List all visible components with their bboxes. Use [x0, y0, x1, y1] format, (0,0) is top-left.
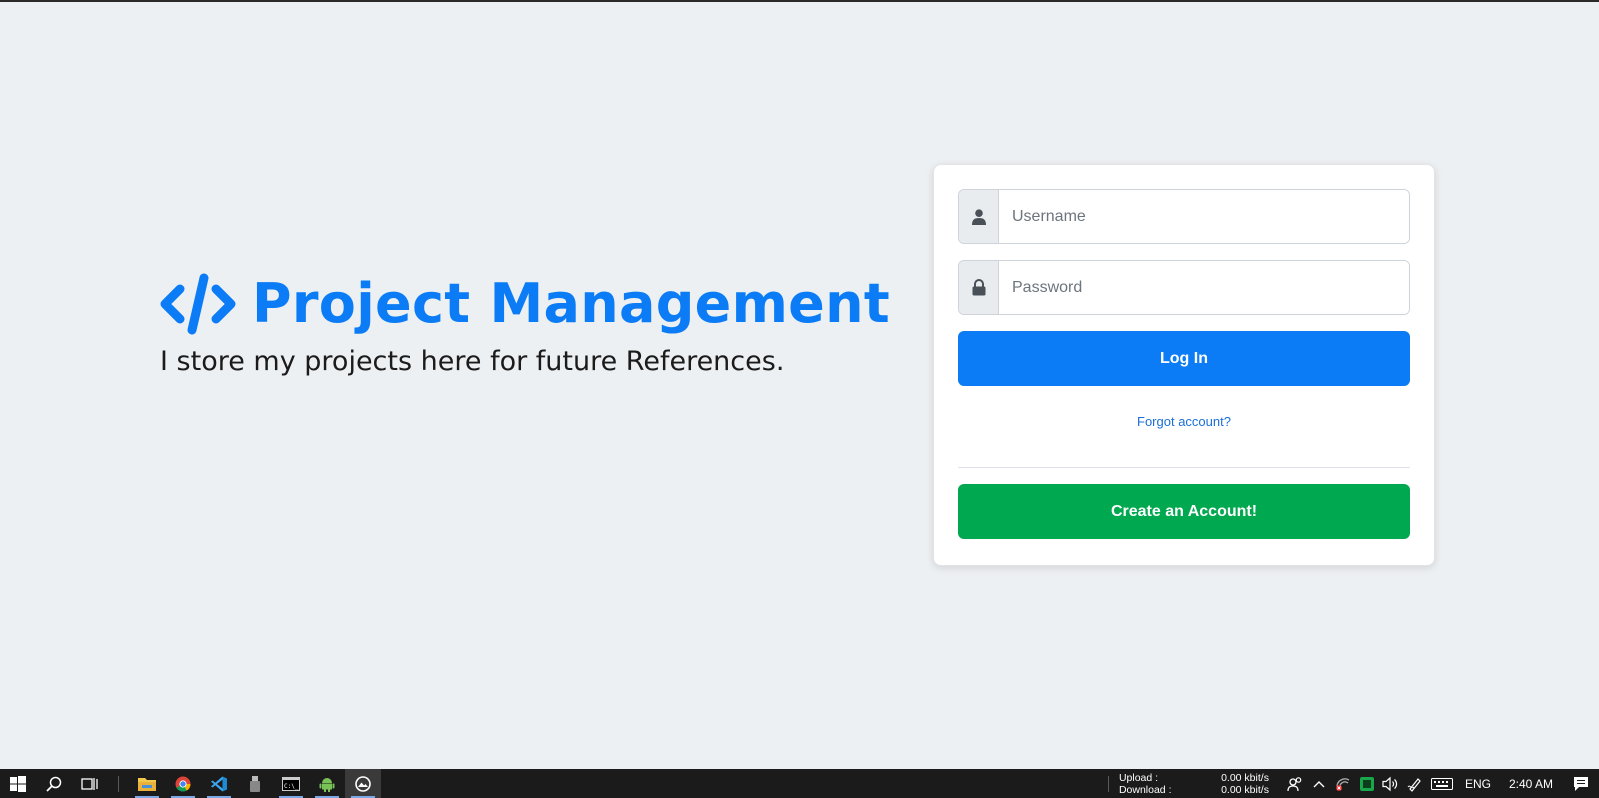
user-icon — [959, 190, 999, 243]
taskbar: C:\_ Upload : 0.00 kbit/s Download : 0.0… — [0, 769, 1599, 798]
password-input[interactable] — [999, 261, 1409, 314]
windows-start-icon[interactable] — [0, 769, 36, 798]
network-speed-monitor: Upload : 0.00 kbit/s Download : 0.00 kbi… — [1119, 772, 1269, 796]
lock-icon — [959, 261, 999, 314]
password-input-group — [958, 260, 1410, 315]
svg-text:C:\_: C:\_ — [284, 783, 299, 790]
chrome-icon[interactable] — [165, 769, 201, 798]
username-input-group — [958, 189, 1410, 244]
brand-section: Project Management I store my projects h… — [160, 272, 890, 377]
vscode-icon[interactable] — [201, 769, 237, 798]
chevron-up-icon[interactable] — [1307, 769, 1331, 798]
upload-value: 0.00 kbit/s — [1221, 771, 1269, 784]
forgot-account-link[interactable]: Forgot account? — [958, 414, 1410, 429]
volume-icon[interactable] — [1379, 769, 1403, 798]
tray-separator — [1107, 775, 1109, 792]
download-value: 0.00 kbit/s — [1221, 783, 1269, 796]
clock[interactable]: 2:40 AM — [1499, 777, 1563, 791]
divider — [958, 467, 1410, 468]
people-icon[interactable] — [1283, 769, 1307, 798]
code-icon — [160, 272, 236, 336]
network-disconnected-icon[interactable] — [1331, 769, 1355, 798]
download-label: Download : — [1118, 783, 1172, 796]
username-input[interactable] — [999, 190, 1409, 243]
brand-title-row: Project Management — [160, 272, 890, 336]
usb-device-icon[interactable] — [237, 769, 273, 798]
language-indicator[interactable]: ENG — [1457, 777, 1499, 791]
android-icon[interactable] — [309, 769, 345, 798]
file-explorer-icon[interactable] — [129, 769, 165, 798]
brand-title: Project Management — [252, 272, 890, 335]
upload-label: Upload : — [1118, 771, 1159, 784]
photos-icon[interactable] — [345, 769, 381, 798]
search-icon[interactable] — [36, 769, 72, 798]
app-tray-icon[interactable] — [1355, 769, 1379, 798]
command-prompt-icon[interactable]: C:\_ — [273, 769, 309, 798]
keyboard-icon[interactable] — [1427, 769, 1457, 798]
notifications-icon[interactable] — [1563, 769, 1599, 798]
login-card: Log In Forgot account? Create an Account… — [933, 164, 1435, 566]
create-account-button[interactable]: Create an Account! — [958, 484, 1410, 539]
brand-subtitle: I store my projects here for future Refe… — [160, 346, 785, 377]
task-view-icon[interactable] — [72, 769, 108, 798]
taskbar-separator — [118, 775, 119, 792]
login-button[interactable]: Log In — [958, 331, 1410, 386]
pen-icon[interactable] — [1403, 769, 1427, 798]
